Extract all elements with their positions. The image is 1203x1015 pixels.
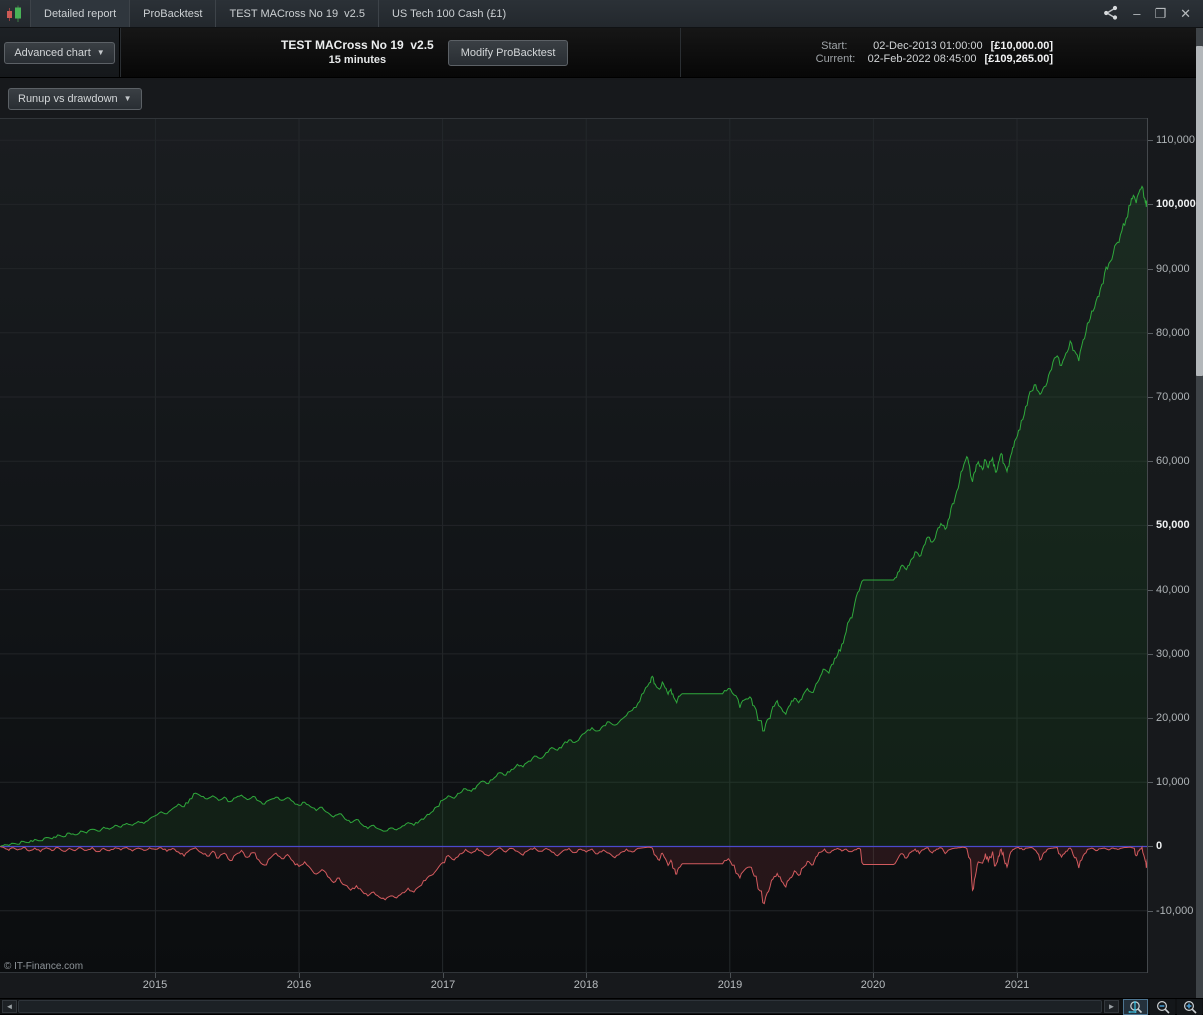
- x-axis-tick: [443, 973, 444, 978]
- tab-probacktest[interactable]: ProBacktest: [129, 0, 215, 27]
- x-axis-tick: [730, 973, 731, 978]
- x-axis-tick: [873, 973, 874, 978]
- strategy-title-block: TEST MACross No 19 v2.5 15 minutes: [281, 37, 434, 68]
- header-left-cell: Advanced chart ▼: [0, 28, 120, 77]
- y-axis-label: 70,000: [1156, 391, 1190, 403]
- y-axis-tick: [1148, 911, 1153, 912]
- x-axis-tick: [155, 973, 156, 978]
- current-label: Current:: [815, 53, 856, 65]
- modify-probacktest-button[interactable]: Modify ProBacktest: [447, 39, 569, 66]
- chart-view-selector[interactable]: Runup vs drawdown ▼: [8, 88, 142, 110]
- y-axis-tick: [1148, 461, 1153, 462]
- current-amount: [£109,265.00]: [984, 53, 1054, 65]
- strategy-timeframe: 15 minutes: [328, 54, 387, 67]
- minimize-button[interactable]: –: [1133, 7, 1140, 20]
- y-axis-tick: [1148, 140, 1153, 141]
- y-axis-tick: [1148, 204, 1153, 205]
- advanced-chart-dropdown[interactable]: Advanced chart ▼: [4, 41, 115, 64]
- y-axis-label: 0: [1156, 840, 1163, 852]
- x-axis: 2015 2016 2017 2018 2019 2020 2021: [0, 973, 1148, 999]
- start-label: Start:: [821, 40, 848, 52]
- zoom-out-button[interactable]: [1150, 999, 1175, 1015]
- header-center-cell: TEST MACross No 19 v2.5 15 minutes Modif…: [120, 28, 681, 77]
- start-amount: [£10,000.00]: [990, 40, 1053, 52]
- scrollbar-thumb[interactable]: [18, 1000, 1102, 1013]
- y-axis-label: 60,000: [1156, 455, 1190, 467]
- y-axis-tick: [1148, 590, 1153, 591]
- y-axis-label: 10,000: [1156, 776, 1190, 788]
- zoom-button-group: [1123, 999, 1202, 1015]
- y-axis-tick: [1148, 269, 1153, 270]
- y-axis-tick: [1148, 718, 1153, 719]
- y-axis-label: -10,000: [1156, 905, 1194, 917]
- y-axis-label: 50,000: [1156, 519, 1190, 531]
- y-axis: -10,000 0 10,000 20,000 30,000 40,000 50,000 60…: [1148, 118, 1203, 973]
- x-axis-tick: [299, 973, 300, 978]
- current-row: Current: 02-Feb-2022 08:45:00 [£109,265.…: [816, 53, 1053, 65]
- scroll-left-arrow[interactable]: ◄: [2, 1000, 17, 1013]
- y-axis-tick: [1148, 846, 1153, 847]
- report-header: Advanced chart ▼ TEST MACross No 19 v2.5…: [0, 28, 1203, 77]
- scroll-right-arrow[interactable]: ►: [1104, 1000, 1119, 1013]
- vertical-scrollbar: [1196, 28, 1203, 998]
- start-datetime: 02-Dec-2013 01:00:00: [873, 40, 983, 52]
- x-axis-label: 2015: [142, 979, 168, 991]
- tab-strategy[interactable]: TEST MACross No 19 v2.5: [215, 0, 378, 27]
- x-axis-label: 2019: [717, 979, 743, 991]
- y-axis-label: 30,000: [1156, 648, 1190, 660]
- chevron-down-icon: ▼: [96, 47, 105, 57]
- runup-drawdown-plot[interactable]: [0, 118, 1148, 973]
- chart-view-label: Runup vs drawdown: [18, 93, 118, 105]
- y-axis-label: 110,000: [1156, 134, 1195, 146]
- x-axis-label: 2020: [860, 979, 886, 991]
- y-axis-label: 40,000: [1156, 584, 1190, 596]
- chevron-down-icon: ▼: [123, 94, 132, 103]
- x-axis-label: 2021: [1004, 979, 1030, 991]
- y-axis-tick: [1148, 525, 1153, 526]
- chart-zone: Runup vs drawdown ▼ -10,000 0 10,000 20,000…: [0, 77, 1203, 998]
- x-axis-label: 2016: [286, 979, 312, 991]
- y-axis-label: 80,000: [1156, 327, 1190, 339]
- y-axis-tick: [1148, 782, 1153, 783]
- zoom-tool-button[interactable]: [1123, 999, 1148, 1015]
- x-axis-tick: [586, 973, 587, 978]
- y-axis-tick: [1148, 333, 1153, 334]
- app-candlestick-icon: [0, 0, 30, 27]
- y-axis-tick: [1148, 654, 1153, 655]
- header-right-cell: Start: 02-Dec-2013 01:00:00 [£10,000.00]…: [681, 28, 1203, 77]
- share-icon[interactable]: [1103, 5, 1119, 22]
- y-axis-label: 20,000: [1156, 712, 1190, 724]
- vertical-scrollbar-thumb[interactable]: [1196, 46, 1203, 376]
- x-axis-label: 2018: [573, 979, 599, 991]
- y-axis-tick: [1148, 397, 1153, 398]
- top-tab-bar: Detailed report ProBacktest TEST MACross…: [0, 0, 1203, 28]
- zoom-out-icon: [1156, 1000, 1170, 1014]
- close-button[interactable]: ✕: [1180, 7, 1191, 20]
- zoom-in-button[interactable]: [1177, 999, 1202, 1015]
- x-axis-label: 2017: [430, 979, 456, 991]
- strategy-title: TEST MACross No 19 v2.5: [281, 37, 434, 52]
- window-controls: – ❐ ✕: [1091, 0, 1203, 27]
- start-row: Start: 02-Dec-2013 01:00:00 [£10,000.00]: [821, 40, 1053, 52]
- copyright-watermark: © IT-Finance.com: [4, 961, 84, 972]
- advanced-chart-label: Advanced chart: [14, 46, 91, 59]
- y-axis-label: 90,000: [1156, 263, 1190, 275]
- zoom-tool-icon: [1127, 1000, 1142, 1014]
- tabbar-spacer: [519, 0, 1091, 27]
- current-datetime: 02-Feb-2022 08:45:00: [867, 53, 977, 65]
- y-axis-label: 100,000: [1156, 198, 1196, 210]
- x-axis-tick: [1017, 973, 1018, 978]
- horizontal-scrollbar: ◄ ►: [0, 998, 1203, 1015]
- maximize-button[interactable]: ❐: [1154, 7, 1166, 20]
- zoom-in-icon: [1183, 1000, 1197, 1014]
- tab-instrument[interactable]: US Tech 100 Cash (£1): [377, 0, 519, 27]
- tab-detailed-report[interactable]: Detailed report: [30, 0, 130, 27]
